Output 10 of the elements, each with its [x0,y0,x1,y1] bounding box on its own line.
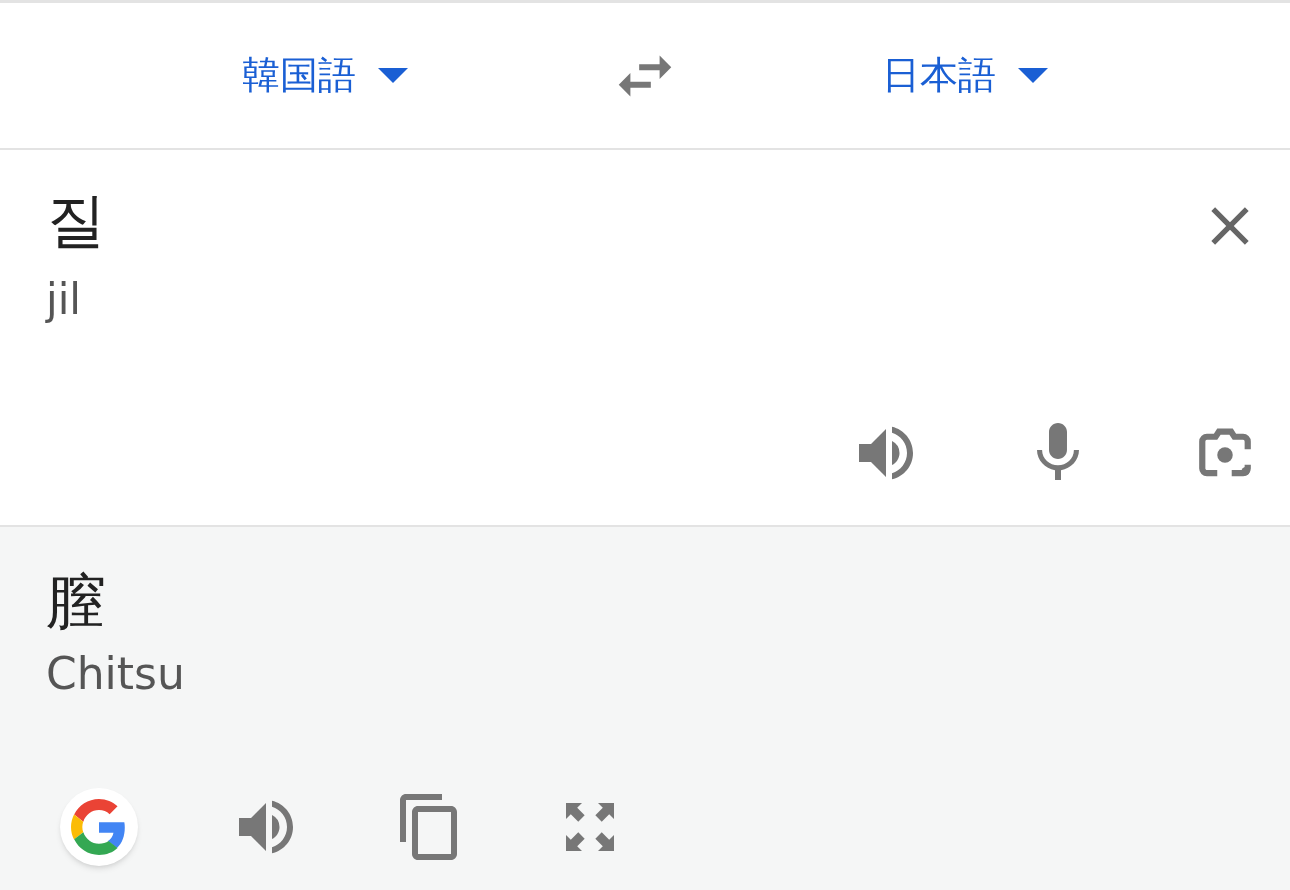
google-logo-icon[interactable] [71,799,127,855]
target-language-dropdown[interactable]: 日本語 [882,47,1048,104]
translated-text: 膣 [46,565,107,638]
caret-icon [1018,68,1048,83]
caret-icon [378,68,408,83]
translated-romanization: Chitsu [46,647,186,701]
source-language-dropdown[interactable]: 韓国語 [242,47,408,104]
source-romanization: jil [46,274,82,326]
source-text: 질 [46,184,106,257]
google-button[interactable] [60,788,138,866]
